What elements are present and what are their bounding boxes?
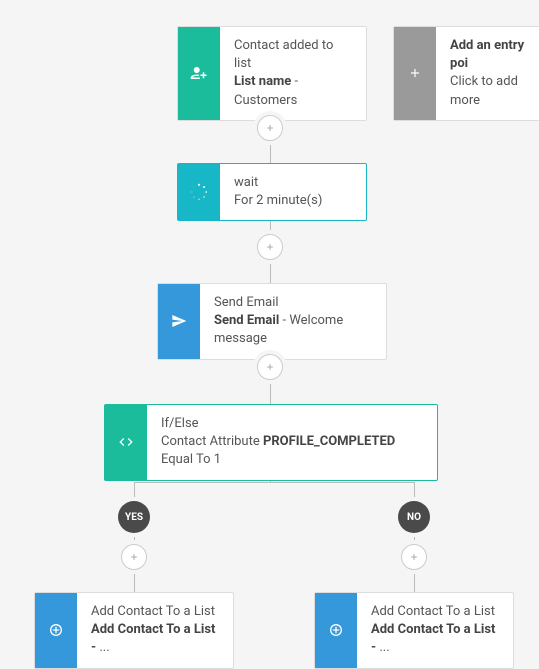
add-entry-title: Add an entry poi bbox=[450, 37, 538, 73]
plus-circle-icon bbox=[315, 593, 357, 668]
add-step-button[interactable] bbox=[257, 234, 283, 260]
connector bbox=[134, 482, 414, 483]
add-contact-node-yes[interactable]: Add Contact To a List Add Contact To a L… bbox=[34, 592, 234, 669]
entry-title: Contact added to list bbox=[234, 37, 352, 73]
send-email-node[interactable]: Send Email Send Email - Welcome message bbox=[157, 283, 387, 360]
send-email-title: Send Email bbox=[214, 294, 372, 312]
yes-badge: YES bbox=[118, 501, 150, 533]
workflow-canvas: Contact added to list List name - Custom… bbox=[0, 0, 539, 664]
no-badge: NO bbox=[398, 501, 430, 533]
if-else-title: If/Else bbox=[161, 415, 423, 433]
if-else-subtitle: Contact Attribute PROFILE_COMPLETED Equa… bbox=[161, 433, 423, 469]
add-step-button[interactable] bbox=[121, 544, 147, 570]
spinner-icon bbox=[178, 164, 220, 220]
entry-node[interactable]: Contact added to list List name - Custom… bbox=[177, 26, 367, 121]
plus-icon bbox=[394, 27, 436, 120]
add-contact-subtitle: Add Contact To a List - ... bbox=[371, 621, 499, 657]
paper-plane-icon bbox=[158, 284, 200, 359]
entry-subtitle: List name - Customers bbox=[234, 73, 352, 109]
wait-title: wait bbox=[234, 174, 352, 192]
code-icon bbox=[105, 405, 147, 480]
add-contact-title: Add Contact To a List bbox=[371, 603, 499, 621]
send-email-subtitle: Send Email - Welcome message bbox=[214, 312, 372, 348]
wait-subtitle: For 2 minute(s) bbox=[234, 192, 352, 210]
add-step-button[interactable] bbox=[401, 544, 427, 570]
add-contact-subtitle: Add Contact To a List - ... bbox=[91, 621, 219, 657]
add-step-button[interactable] bbox=[257, 115, 283, 141]
add-contact-node-no[interactable]: Add Contact To a List Add Contact To a L… bbox=[314, 592, 514, 669]
wait-node[interactable]: wait For 2 minute(s) bbox=[177, 163, 367, 221]
add-entry-subtitle: Click to add more bbox=[450, 73, 538, 109]
user-plus-icon bbox=[178, 27, 220, 120]
if-else-node[interactable]: If/Else Contact Attribute PROFILE_COMPLE… bbox=[104, 404, 438, 481]
add-contact-title: Add Contact To a List bbox=[91, 603, 219, 621]
plus-circle-icon bbox=[35, 593, 77, 668]
add-entry-hint[interactable]: Add an entry poi Click to add more bbox=[393, 26, 539, 121]
add-step-button[interactable] bbox=[257, 354, 283, 380]
